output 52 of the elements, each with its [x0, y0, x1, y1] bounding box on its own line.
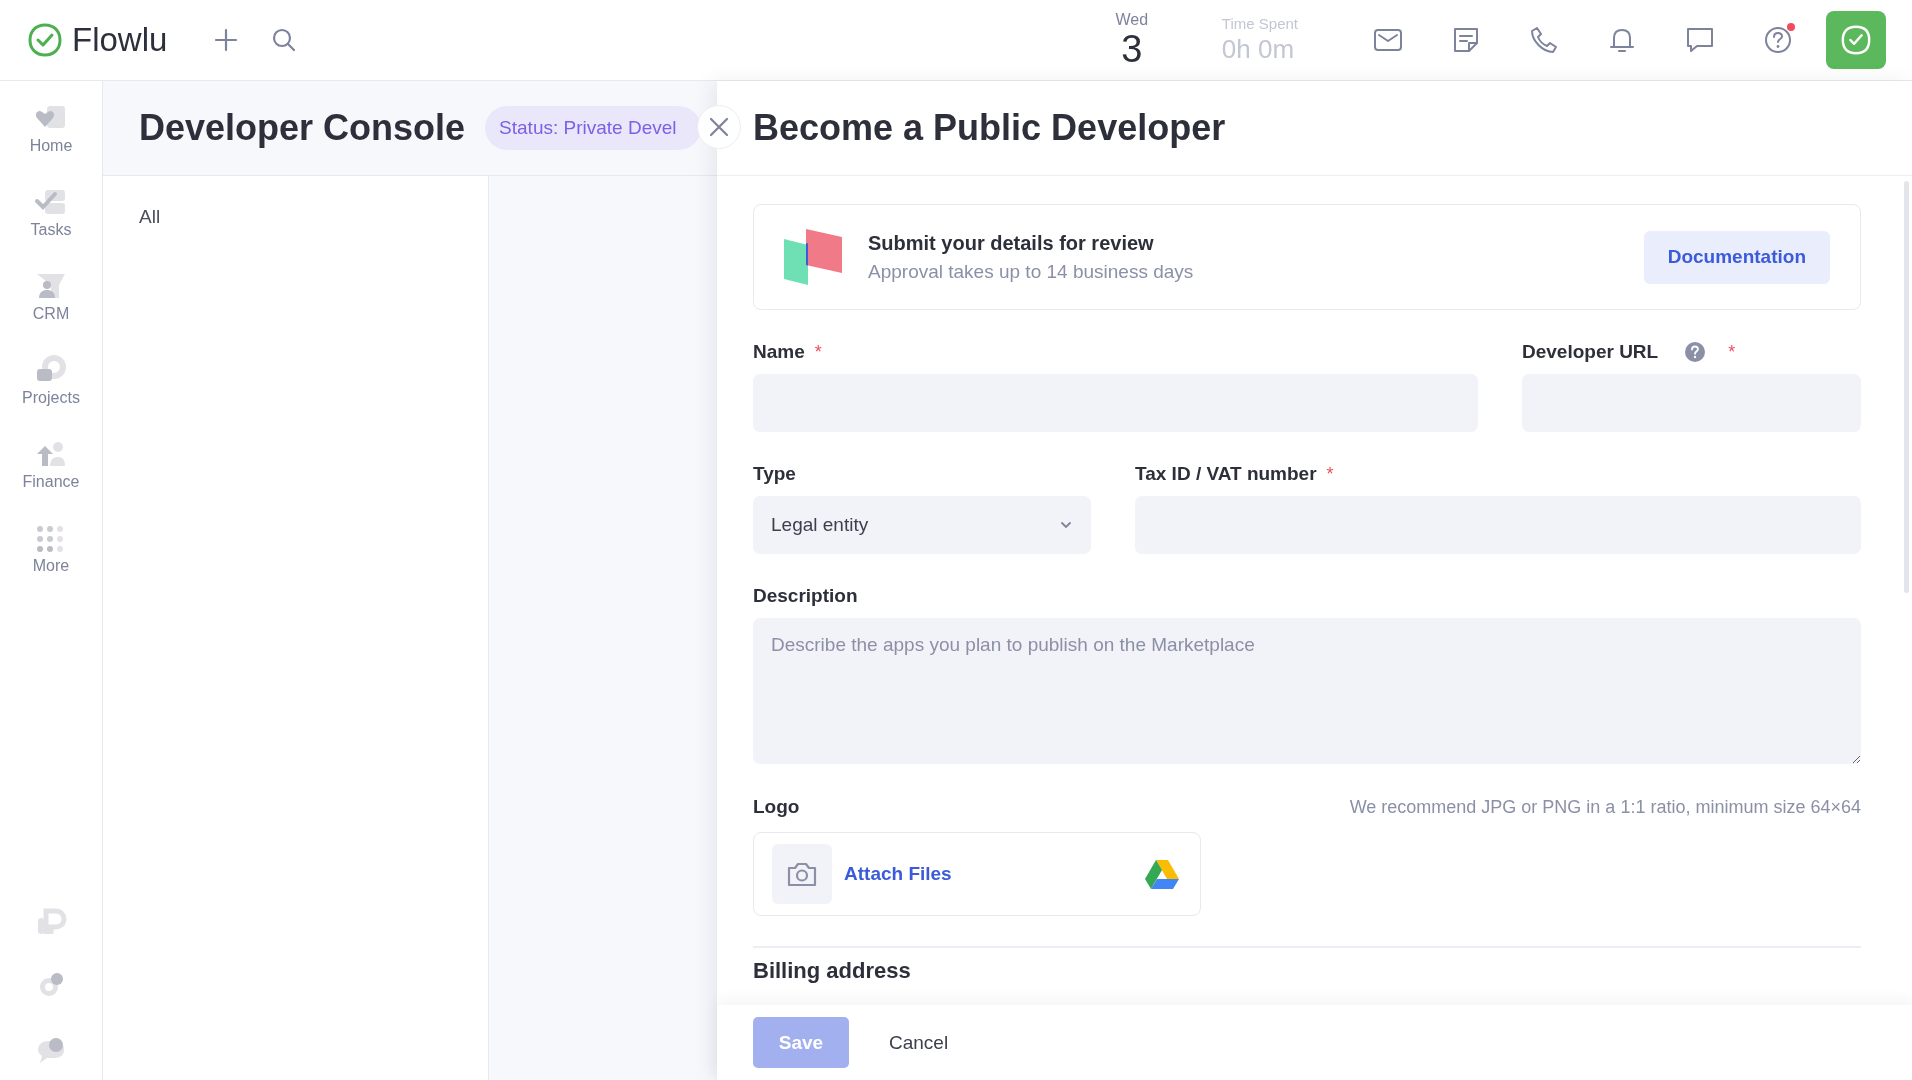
check-icon	[34, 187, 68, 217]
field-label: Developer URL	[1522, 341, 1659, 363]
page-title: Developer Console	[139, 107, 466, 149]
tasks-check-button[interactable]	[1826, 11, 1886, 69]
day-number: 3	[1121, 29, 1143, 69]
help-icon[interactable]	[1684, 341, 1707, 363]
sidebar-item[interactable]: Projects	[22, 355, 80, 407]
dropdown[interactable]: Legal entity	[753, 496, 1091, 554]
scrollbar[interactable]	[1904, 181, 1909, 593]
sidebar-item[interactable]: Finance	[22, 439, 80, 491]
logo-text: Flowlu	[72, 21, 168, 59]
check-icon	[1840, 24, 1872, 56]
field-label: Description	[753, 585, 858, 607]
documents-icon	[782, 227, 844, 287]
required-mark: *	[1728, 341, 1736, 363]
sidebar-item[interactable]: Home	[29, 103, 73, 155]
notice-subtitle: Approval takes up to 14 business days	[868, 260, 1195, 283]
required-mark: *	[1326, 463, 1334, 485]
hint-text: We recommend JPG or PNG in a 1:1 ratio, minimum size 64×64	[1349, 796, 1861, 818]
note-icon	[1451, 25, 1481, 55]
documentation-button[interactable]: Documentation	[1643, 230, 1830, 284]
section-heading: Billing address	[753, 958, 912, 984]
cancel-button[interactable]: Cancel	[873, 1021, 965, 1064]
field-label: Tax ID / VAT number	[1135, 463, 1317, 485]
search-button[interactable]	[271, 27, 298, 53]
weekday-label: Wed	[1115, 11, 1149, 29]
sidebar-item[interactable]: More	[32, 523, 70, 575]
status-badge: Status: Private Devel	[485, 106, 701, 150]
help-icon	[1763, 25, 1793, 55]
notice-title: Submit your details for review	[868, 231, 1155, 255]
required-mark: *	[814, 341, 822, 363]
search-icon	[271, 27, 298, 53]
add-button[interactable]	[213, 27, 240, 53]
phone-icon	[1529, 25, 1559, 55]
filter-item[interactable]: All	[139, 206, 161, 227]
panel-title: Become a Public Developer	[753, 107, 1226, 149]
time-spent-value: 0h 0m	[1221, 34, 1296, 65]
close-icon	[708, 116, 730, 138]
camera-icon	[786, 860, 818, 888]
sidebar-item[interactable]: Tasks	[30, 187, 72, 239]
chat-icon	[1685, 25, 1715, 55]
field-label: Type	[753, 463, 796, 485]
plus-icon	[213, 27, 240, 53]
text-area[interactable]: Describe the apps you plan to publish on the Marketplace	[753, 618, 1861, 764]
attach-files-link[interactable]: Attach Files	[844, 863, 1144, 885]
time-spent-label: Time Spent	[1221, 15, 1298, 32]
field-label: Name	[753, 341, 805, 363]
logo-icon	[28, 23, 62, 57]
camera-button[interactable]	[772, 844, 832, 904]
sidebar-item[interactable]: CRM	[32, 271, 70, 323]
triangle-icon[interactable]	[1144, 858, 1180, 890]
field-label: Logo	[753, 796, 800, 818]
